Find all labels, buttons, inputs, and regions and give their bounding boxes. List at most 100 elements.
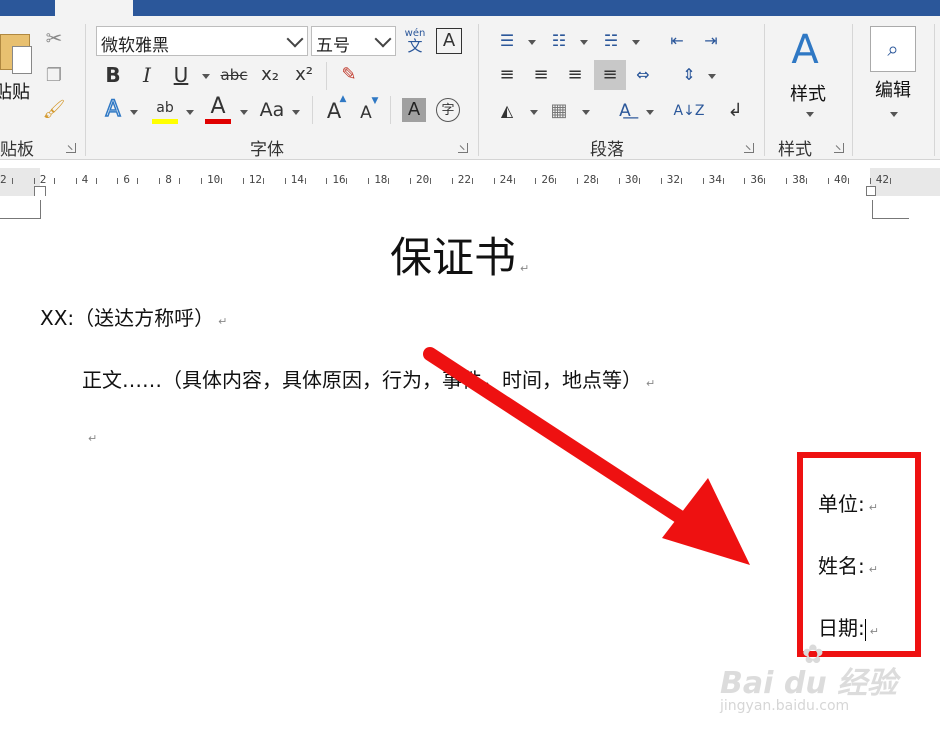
annotation-box <box>797 452 921 657</box>
ruler-tick <box>262 178 264 184</box>
ruler-tick <box>764 178 766 184</box>
ruler-tick <box>471 178 473 184</box>
paragraph-launcher-icon[interactable] <box>744 143 754 153</box>
underline-dropdown-icon[interactable] <box>202 74 210 79</box>
horizontal-ruler[interactable]: 2 2 4 6 8 10 12 14 16 18 20 22 24 26 28 30 32 34 36 38 40 42 <box>0 164 940 198</box>
ribbon: 贴贴 ✂ ❐ 🖌 贴板 微软雅黑 五号 wén 文 A B I U abc x₂… <box>0 16 940 160</box>
ruler-number: 16 <box>332 173 346 186</box>
first-line-indent-marker[interactable] <box>76 164 88 172</box>
search-icon[interactable]: ⌕ <box>870 26 916 72</box>
ruler-tick <box>388 178 390 184</box>
ruler-tick <box>535 178 537 184</box>
bold-button[interactable]: B <box>100 62 126 88</box>
styles-icon[interactable]: A <box>782 26 828 74</box>
ruler-tick <box>326 178 328 184</box>
font-color-button[interactable]: A <box>204 94 232 120</box>
text-effects-button[interactable]: A <box>100 96 126 124</box>
change-case-dropdown-icon[interactable] <box>292 110 300 115</box>
change-case-button[interactable]: Aa <box>256 96 288 124</box>
text-effects-dropdown-icon[interactable] <box>130 110 138 115</box>
ruler-tick <box>493 178 495 184</box>
underline-button[interactable]: U <box>168 62 194 88</box>
distributed-icon[interactable]: ⇔ <box>630 62 656 88</box>
align-left-icon[interactable]: ≡ <box>494 62 520 88</box>
ruler-tick <box>555 178 557 184</box>
ruler-tick <box>680 178 682 184</box>
cut-icon[interactable]: ✂ <box>42 26 66 50</box>
ruler-tick <box>201 178 202 184</box>
character-border-button[interactable]: A <box>436 28 462 54</box>
ruler-number: 12 <box>248 173 263 186</box>
multilevel-dropdown-icon[interactable] <box>632 40 640 45</box>
shading-dropdown-icon[interactable] <box>530 110 538 115</box>
ruler-tick <box>889 178 891 184</box>
salutation: XX:（送达方称呼） ↵ <box>40 302 227 331</box>
ruler-number: 14 <box>290 173 304 186</box>
font-launcher-icon[interactable] <box>458 143 468 153</box>
separator <box>312 96 313 124</box>
numbering-icon[interactable]: ☷ <box>546 28 572 54</box>
format-painter-icon[interactable]: 🖌 <box>42 98 66 122</box>
subscript-button[interactable]: x₂ <box>256 62 284 88</box>
asian-layout-dropdown-icon[interactable] <box>646 110 654 115</box>
editing-dropdown-icon[interactable] <box>890 112 898 117</box>
clipboard-launcher-icon[interactable] <box>66 143 76 153</box>
highlight-dropdown-icon[interactable] <box>186 110 194 115</box>
editing-button[interactable]: 编辑 <box>875 76 911 102</box>
bullets-icon[interactable]: ☰ <box>494 28 520 54</box>
line-spacing-icon[interactable]: ⇕ <box>676 62 702 88</box>
decrease-indent-icon[interactable]: ⇤ <box>664 28 690 54</box>
paste-button[interactable]: 贴贴 <box>0 78 30 104</box>
numbering-dropdown-icon[interactable] <box>580 40 588 45</box>
chevron-down-icon[interactable] <box>286 30 304 48</box>
font-group-label: 字体 <box>250 140 284 160</box>
superscript-button[interactable]: x² <box>290 62 318 88</box>
shading-icon[interactable]: ◭ <box>494 98 520 124</box>
ruler-tick <box>806 178 808 184</box>
styles-dropdown-icon[interactable] <box>806 112 814 117</box>
strikethrough-button[interactable]: abc <box>218 62 250 88</box>
line-spacing-dropdown-icon[interactable] <box>708 74 716 79</box>
font-color-dropdown-icon[interactable] <box>240 110 248 115</box>
separator <box>478 24 479 156</box>
italic-button[interactable]: I <box>134 62 160 88</box>
bullets-dropdown-icon[interactable] <box>528 40 536 45</box>
align-center-icon[interactable]: ≡ <box>528 62 554 88</box>
separator <box>934 24 935 156</box>
ruler-number: 18 <box>374 173 388 186</box>
font-name-combo[interactable]: 微软雅黑 <box>96 26 308 56</box>
asian-layout-icon[interactable]: A͟ <box>610 98 640 124</box>
crop-mark-top-left <box>0 200 41 219</box>
highlight-button[interactable]: ab <box>150 96 180 120</box>
right-indent-marker[interactable] <box>866 186 876 196</box>
enclose-characters-button[interactable]: 字 <box>436 98 460 122</box>
styles-button[interactable]: 样式 <box>790 80 826 106</box>
chevron-down-icon[interactable] <box>374 30 392 48</box>
show-marks-icon[interactable]: ↲ <box>722 98 748 124</box>
font-color-bar <box>205 119 231 124</box>
clear-formatting-icon[interactable]: ✎ <box>336 62 362 88</box>
ruler-tick <box>639 178 640 184</box>
justify-icon[interactable]: ≡ <box>594 60 626 90</box>
ruler-tick <box>242 178 244 184</box>
character-shading-button[interactable]: A <box>402 98 426 122</box>
ruler-number: 24 <box>499 173 513 186</box>
ruler-tick <box>744 178 746 184</box>
highlight-color-bar <box>152 119 178 124</box>
separator <box>85 24 86 156</box>
tab-home[interactable] <box>55 0 133 16</box>
increase-indent-icon[interactable]: ⇥ <box>698 28 724 54</box>
sort-icon[interactable]: A↓Z <box>674 98 705 124</box>
paragraph-group-label: 段落 <box>590 140 624 160</box>
ruler-number: 26 <box>541 173 555 186</box>
borders-dropdown-icon[interactable] <box>582 110 590 115</box>
font-size-combo[interactable]: 五号 <box>311 26 396 56</box>
paste-doc-icon <box>12 46 32 74</box>
paragraph-mark: ↵ <box>646 377 656 390</box>
borders-icon[interactable]: ▦ <box>546 98 572 124</box>
copy-icon[interactable]: ❐ <box>42 64 66 88</box>
multilevel-list-icon[interactable]: ☵ <box>598 28 624 54</box>
styles-launcher-icon[interactable] <box>834 143 844 153</box>
phonetic-guide-button[interactable]: wén 文 <box>402 26 428 56</box>
align-right-icon[interactable]: ≡ <box>562 62 588 88</box>
